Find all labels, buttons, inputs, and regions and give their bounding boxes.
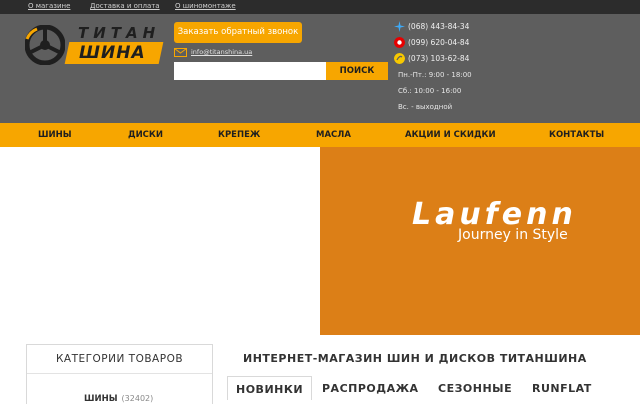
banner-blank-area (0, 147, 320, 335)
callback-button[interactable]: Заказать обратный звонок (174, 22, 302, 43)
phone-number: (073) 103-62-84 (408, 54, 470, 63)
phone-number: (068) 443-84-34 (408, 22, 470, 31)
email-address: info@titanshina.ua (191, 48, 253, 56)
logo-text-bottom: ШИНА (79, 43, 146, 63)
hours-saturday: Сб.: 10:00 - 16:00 (398, 87, 462, 95)
nav-item-fasteners[interactable]: КРЕПЕЖ (218, 123, 260, 147)
categories-title: КАТЕГОРИИ ТОВАРОВ (55, 353, 184, 365)
site-logo[interactable]: ТИТАН ШИНА (25, 21, 164, 69)
logo-text-top: ТИТАН (78, 24, 161, 42)
header: ТИТАН ШИНА Заказать обратный звонок info… (0, 14, 640, 123)
banner-slogan: Journey in Style (458, 227, 568, 243)
page-title: ИНТЕРНЕТ-МАГАЗИН ШИН И ДИСКОВ ТИТАНШИНА (243, 352, 587, 365)
tab-runflat[interactable]: RUNFLAT (532, 376, 592, 400)
working-hours: Пн.-Пт.: 9:00 - 18:00 Сб.: 10:00 - 16:00… (398, 69, 472, 117)
tab-seasonal[interactable]: СЕЗОННЫЕ (438, 376, 512, 400)
hours-weekdays: Пн.-Пт.: 9:00 - 18:00 (398, 71, 472, 79)
topbar-link-tire-fitting[interactable]: О шиномонтаже (175, 2, 236, 10)
kyivstar-icon (394, 21, 405, 32)
nav-item-wheels[interactable]: ДИСКИ (128, 123, 163, 147)
hours-sunday: Вс. - выходной (398, 103, 453, 111)
nav-item-sales[interactable]: АКЦИИ И СКИДКИ (405, 123, 496, 147)
categories-panel: КАТЕГОРИИ ТОВАРОВ ШИНЫ (32402) (26, 344, 213, 404)
category-item-tires[interactable]: ШИНЫ (32402) (84, 386, 153, 405)
tab-new[interactable]: НОВИНКИ (227, 376, 313, 400)
tab-sale[interactable]: РАСПРОДАЖА (322, 376, 419, 400)
search-input[interactable] (174, 62, 326, 80)
nav-item-contacts[interactable]: КОНТАКТЫ (549, 123, 604, 147)
vodafone-icon (394, 37, 405, 48)
topbar-link-delivery[interactable]: Доставка и оплата (90, 2, 160, 10)
nav-item-oils[interactable]: МАСЛА (316, 123, 351, 147)
promo-banner[interactable]: Laufenn Journey in Style (320, 147, 640, 335)
categories-divider (27, 373, 212, 374)
nav-item-tires[interactable]: ШИНЫ (38, 123, 72, 147)
wheel-logo-icon (25, 25, 65, 65)
logo-text-bottom-box: ШИНА (64, 42, 164, 64)
search-form: ПОИСК (174, 62, 388, 80)
topbar-link-about[interactable]: О магазине (28, 2, 70, 10)
main-nav: ШИНЫ ДИСКИ КРЕПЕЖ МАСЛА АКЦИИ И СКИДКИ К… (0, 123, 640, 147)
envelope-icon (174, 48, 187, 57)
category-name: ШИНЫ (84, 394, 118, 404)
category-count: (32402) (121, 394, 154, 403)
search-button[interactable]: ПОИСК (326, 62, 388, 80)
lifecell-icon (394, 53, 405, 64)
phone-number: (099) 620-04-84 (408, 38, 470, 47)
top-bar: О магазине Доставка и оплата О шиномонта… (0, 0, 640, 14)
